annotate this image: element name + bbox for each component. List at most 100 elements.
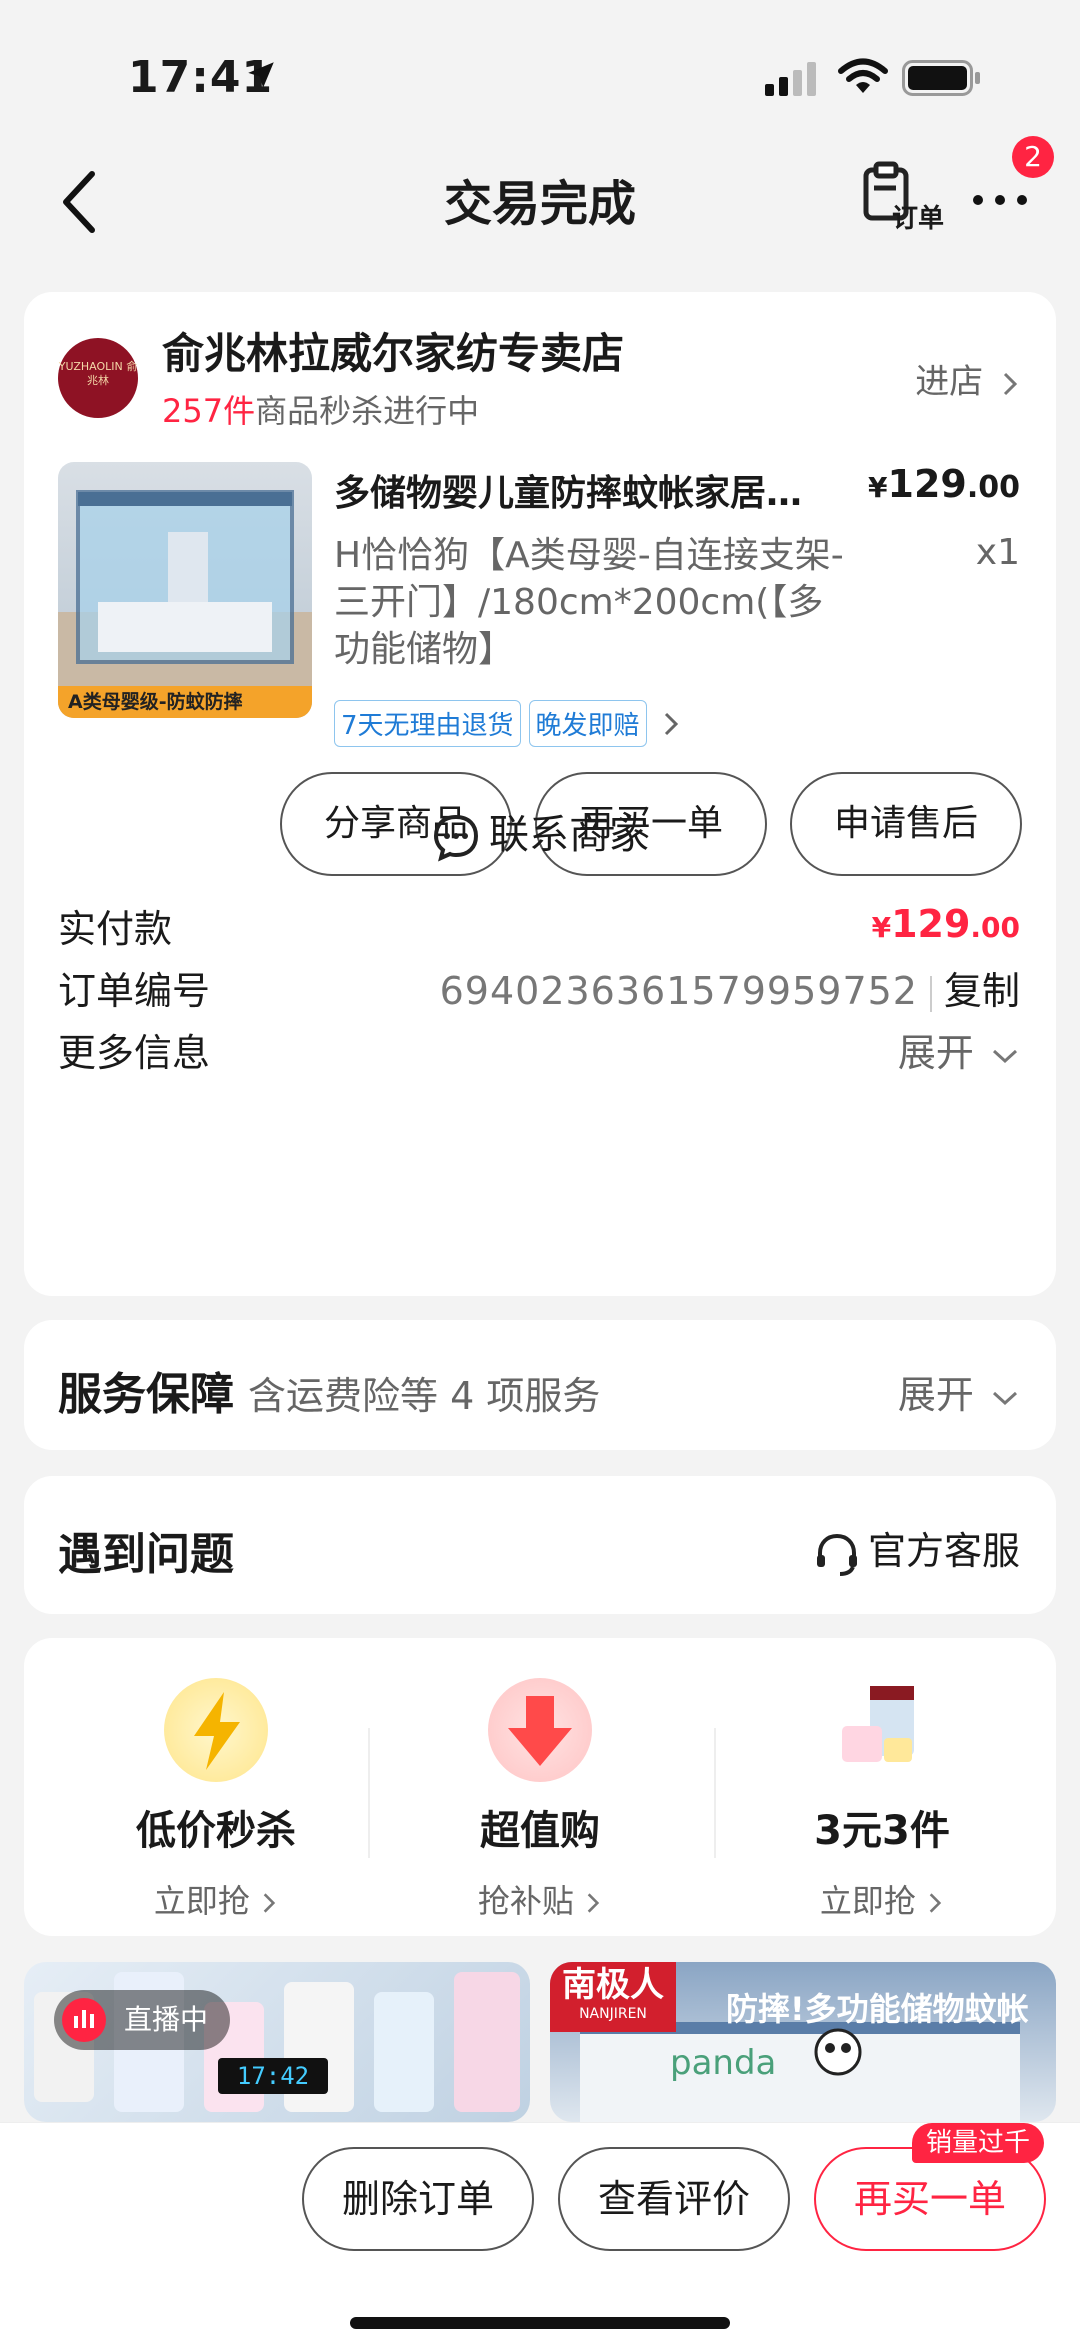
home-indicator[interactable] bbox=[350, 2317, 730, 2329]
chat-bubble-icon bbox=[433, 814, 479, 862]
more-info-expand[interactable]: 展开 bbox=[898, 1022, 1020, 1077]
headset-icon bbox=[816, 1533, 857, 1576]
paid-integer: 129 bbox=[891, 902, 971, 946]
bottom-action-bar: 删除订单 查看评价 再买一单 销量过千 bbox=[0, 2122, 1080, 2347]
mosquito-net-illustration bbox=[58, 490, 312, 718]
view-review-button[interactable]: 查看评价 bbox=[558, 2147, 790, 2251]
promo-three-for-three[interactable]: 3元3件 立即抢 bbox=[732, 1678, 1032, 1922]
promo-card: 低价秒杀 立即抢 超值购 抢补贴 3元3件 立即抢 bbox=[24, 1638, 1056, 1936]
lightning-icon bbox=[164, 1678, 268, 1782]
delete-order-button[interactable]: 删除订单 bbox=[302, 2147, 534, 2251]
copy-button[interactable]: 复制 bbox=[944, 969, 1020, 1013]
chevron-right-icon bbox=[587, 1893, 600, 1913]
order-list-label: 订单 bbox=[892, 204, 945, 234]
problem-card: 遇到问题 官方客服 bbox=[24, 1476, 1056, 1614]
brand-name: 南极人 bbox=[562, 1965, 664, 2005]
product-quantity: x1 bbox=[975, 532, 1020, 573]
paid-amount: ¥129.00 bbox=[872, 902, 1020, 946]
nav-bar: 交易完成 订单 2 bbox=[0, 136, 1080, 300]
enter-store-label: 进店 bbox=[915, 362, 984, 402]
problem-title: 遇到问题 bbox=[58, 1529, 234, 1580]
enter-store-button[interactable]: 进店 bbox=[915, 354, 1020, 403]
product-bundle-icon bbox=[830, 1678, 934, 1782]
feed-card-live[interactable]: 17:42 直播中 bbox=[24, 1962, 530, 2122]
service-subtitle: 含运费险等 4 项服务 bbox=[248, 1374, 601, 1418]
promo-separator bbox=[368, 1728, 370, 1858]
store-flash-sale: 257件商品秒杀进行中 bbox=[162, 386, 479, 432]
chevron-right-icon bbox=[1003, 372, 1018, 395]
tag-late-delivery: 晚发即赔 bbox=[528, 700, 647, 747]
price-currency: ¥ bbox=[868, 471, 888, 504]
contact-merchant-button[interactable]: 联系商家 bbox=[24, 802, 1056, 862]
svg-text:panda: panda bbox=[670, 2043, 776, 2083]
promo-title: 低价秒杀 bbox=[136, 1808, 296, 1854]
brand-sub: NANJIREN bbox=[579, 2006, 647, 2022]
tag-return-policy: 7天无理由退货 bbox=[334, 700, 521, 747]
chevron-right-icon bbox=[263, 1893, 276, 1913]
live-label: 直播中 bbox=[124, 2003, 209, 2036]
chevron-right-icon bbox=[664, 712, 678, 735]
paid-label: 实付款 bbox=[58, 907, 173, 951]
order-number-label: 订单编号 bbox=[58, 969, 211, 1013]
promo-flash-sale[interactable]: 低价秒杀 立即抢 bbox=[66, 1678, 366, 1922]
order-number-group: 6940236361579959752 复制 bbox=[440, 960, 1020, 1015]
more-info-row[interactable]: 更多信息 展开 bbox=[58, 1022, 1020, 1082]
store-logo[interactable]: YUZHAOLIN 俞兆林 bbox=[58, 338, 138, 418]
down-arrow-icon bbox=[488, 1678, 592, 1782]
chevron-right-icon bbox=[929, 1893, 942, 1913]
chevron-down-icon bbox=[992, 1391, 1018, 1405]
location-arrow-icon bbox=[248, 62, 274, 88]
product-name[interactable]: 多储物婴儿童防摔蚊帐家居蚊帐 bbox=[334, 464, 814, 516]
more-options-button[interactable] bbox=[970, 170, 1030, 230]
wifi-icon bbox=[838, 58, 888, 93]
promo-sub: 立即抢 bbox=[66, 1876, 366, 1922]
product-spec-text: H恰恰狗【A类母婴-自连接支架-三开门】/180cm*200cm(【多功能储物】 bbox=[334, 535, 844, 670]
product-image[interactable]: A类母婴级-防蚊防摔 bbox=[58, 462, 312, 718]
notification-badge: 2 bbox=[1012, 136, 1054, 178]
store-logo-text: YUZHAOLIN 俞兆林 bbox=[58, 360, 138, 387]
price-decimal: .00 bbox=[966, 470, 1020, 505]
promo-sub-text: 立即抢 bbox=[819, 1882, 916, 1920]
cellular-signal-icon bbox=[765, 62, 816, 96]
feed-card-brand[interactable]: panda 南极人 NANJIREN 防摔!多功能储物蚊帐 bbox=[550, 1962, 1056, 2122]
product-spec: H恰恰狗【A类母婴-自连接支架-三开门】/180cm*200cm(【多功能储物】 bbox=[334, 532, 854, 673]
live-bars-icon bbox=[62, 1998, 106, 2042]
order-number: 6940236361579959752 bbox=[439, 969, 918, 1013]
price-integer: 129 bbox=[887, 462, 967, 506]
promo-separator bbox=[714, 1728, 716, 1858]
order-card: YUZHAOLIN 俞兆林 俞兆林拉威尔家纺专卖店 257件商品秒杀进行中 进店… bbox=[24, 292, 1056, 1296]
more-info-label: 更多信息 bbox=[58, 1031, 211, 1075]
feed-banner-text: 防摔!多功能储物蚊帐 bbox=[726, 1990, 1029, 2028]
service-tags[interactable]: 7天无理由退货 晚发即赔 bbox=[334, 700, 681, 747]
status-bar: 17:41 bbox=[0, 0, 1080, 150]
paid-amount-row: 实付款 ¥129.00 bbox=[58, 898, 1020, 958]
official-support-button[interactable]: 官方客服 bbox=[812, 1520, 1020, 1579]
flash-text: 商品秒杀进行中 bbox=[255, 392, 480, 430]
paid-decimal: .00 bbox=[970, 911, 1020, 944]
promo-sub-text: 抢补贴 bbox=[477, 1882, 574, 1920]
service-expand[interactable]: 展开 bbox=[898, 1364, 1020, 1419]
service-title: 服务保障 含运费险等 4 项服务 bbox=[58, 1358, 600, 1422]
order-number-row: 订单编号 6940236361579959752 复制 bbox=[58, 960, 1020, 1020]
promo-sub-text: 立即抢 bbox=[153, 1882, 250, 1920]
live-badge: 直播中 bbox=[54, 1990, 231, 2050]
official-support-label: 官方客服 bbox=[867, 1529, 1020, 1573]
sales-badge: 销量过千 bbox=[912, 2123, 1045, 2163]
brand-tag: 南极人 NANJIREN bbox=[550, 1962, 676, 2032]
product-price: ¥129.00 bbox=[868, 462, 1020, 506]
battery-icon bbox=[902, 60, 980, 96]
clock-display: 17:42 bbox=[218, 2058, 328, 2094]
product-image-caption: A类母婴级-防蚊防摔 bbox=[58, 686, 312, 718]
store-name[interactable]: 俞兆林拉威尔家纺专卖店 bbox=[162, 320, 624, 381]
service-expand-label: 展开 bbox=[897, 1373, 974, 1417]
expand-label: 展开 bbox=[897, 1031, 974, 1075]
promo-title: 超值购 bbox=[480, 1808, 600, 1854]
order-list-button[interactable]: 订单 bbox=[860, 160, 960, 240]
promo-title: 3元3件 bbox=[814, 1808, 950, 1854]
promo-sub: 立即抢 bbox=[732, 1876, 1032, 1922]
promo-value-buy[interactable]: 超值购 抢补贴 bbox=[390, 1678, 690, 1922]
service-title-text: 服务保障 bbox=[58, 1369, 234, 1420]
promo-sub: 抢补贴 bbox=[390, 1876, 690, 1922]
service-card[interactable]: 服务保障 含运费险等 4 项服务 展开 bbox=[24, 1320, 1056, 1450]
chevron-down-icon bbox=[992, 1049, 1018, 1063]
